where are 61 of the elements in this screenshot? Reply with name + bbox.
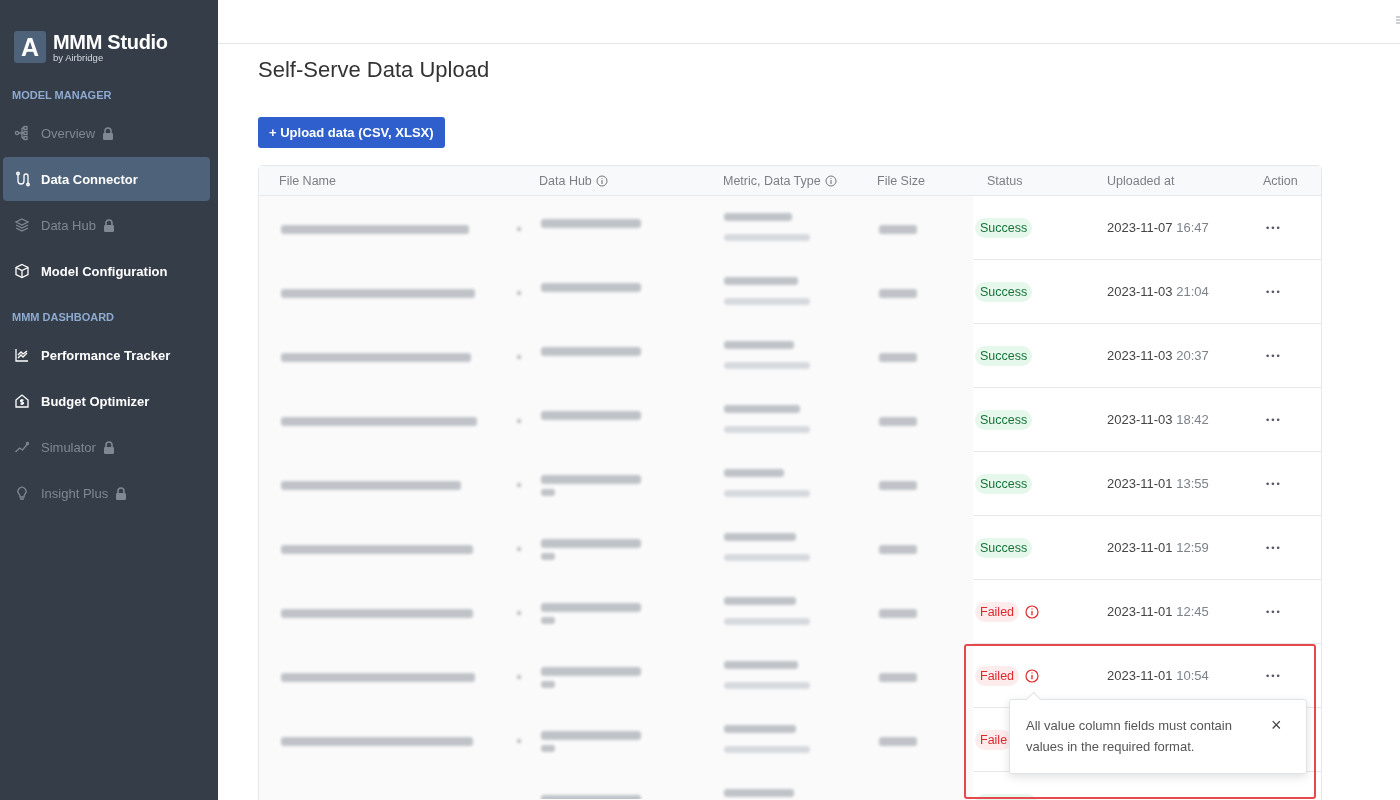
lock-icon <box>102 440 115 454</box>
status-badge: Success <box>975 345 1033 366</box>
layers-icon <box>14 217 30 233</box>
line-chart-icon <box>14 347 30 363</box>
nodes-icon <box>14 125 30 141</box>
status-badge: Success <box>975 217 1033 238</box>
more-button[interactable]: ••• <box>1265 478 1281 489</box>
more-button[interactable]: ••• <box>1265 222 1281 233</box>
info-icon[interactable] <box>1025 604 1040 619</box>
tooltip-text: All value column fields must contain values in the required format. <box>1026 717 1233 756</box>
column-header: Uploaded at <box>1107 173 1175 188</box>
status-badge: Failed <box>975 665 1020 686</box>
more-button[interactable]: ••• <box>1265 542 1281 553</box>
upload-time: 2023-11-03 21:04 <box>1107 284 1209 299</box>
more-button[interactable]: ••• <box>1265 670 1281 681</box>
column-header: Data Hub <box>539 173 592 188</box>
more-button[interactable]: ••• <box>1265 414 1281 425</box>
connector-icon <box>14 171 30 187</box>
app-subtitle: by Airbridge <box>53 52 105 63</box>
trend-icon <box>14 439 30 455</box>
more-button[interactable]: ••• <box>1265 350 1281 361</box>
section-title: MMM DASHBOARD <box>11 311 115 323</box>
section-title: MODEL MANAGER <box>11 89 112 101</box>
lock-icon <box>115 486 128 500</box>
upload-button[interactable]: + Upload data (CSV, XLSX) <box>258 117 445 148</box>
status-badge: Success <box>975 409 1033 430</box>
upload-time: 2023-11-01 12:45 <box>1107 604 1209 619</box>
status-badge: Failed <box>975 601 1020 622</box>
menu-icon[interactable] <box>1396 15 1400 25</box>
info-icon[interactable] <box>595 174 608 187</box>
lock-icon <box>102 126 115 140</box>
sidebar-item[interactable]: Performance Tracker <box>3 333 210 377</box>
more-button[interactable]: ••• <box>1265 606 1281 617</box>
info-icon[interactable] <box>824 174 837 187</box>
lock-icon <box>102 218 115 232</box>
sidebar-item[interactable]: Budget Optimizer <box>3 379 210 423</box>
status-badge: Success <box>975 537 1033 558</box>
more-button[interactable]: ••• <box>1265 286 1281 297</box>
info-icon[interactable] <box>1025 668 1040 683</box>
column-header: Action <box>1263 173 1298 188</box>
sidebar-item[interactable]: Data Connector <box>3 157 210 201</box>
column-header: Status <box>987 173 1023 188</box>
upload-time: 2023-11-01 10:54 <box>1107 668 1209 683</box>
column-header: File Size <box>877 173 925 188</box>
bulb-icon <box>14 485 30 501</box>
upload-time: 2023-11-03 18:42 <box>1107 412 1209 427</box>
column-header: Metric, Data Type <box>723 173 821 188</box>
status-badge: Success <box>975 281 1033 302</box>
upload-time: 2023-11-01 12:59 <box>1107 540 1209 555</box>
house-icon <box>14 393 30 409</box>
column-header: File Name <box>279 173 336 188</box>
logo-mark: A <box>14 31 46 63</box>
upload-time: 2023-11-01 13:55 <box>1107 476 1209 491</box>
upload-time: 2023-11-07 16:47 <box>1107 220 1209 235</box>
close-button[interactable]: × <box>1271 717 1282 733</box>
cube-icon <box>14 263 30 279</box>
status-badge: Success <box>975 473 1033 494</box>
app-title: MMM Studio <box>53 31 168 52</box>
upload-time: 2023-11-03 20:37 <box>1107 348 1209 363</box>
sidebar-item[interactable]: Model Configuration <box>3 249 210 293</box>
page-title: Self-Serve Data Upload <box>258 57 491 83</box>
